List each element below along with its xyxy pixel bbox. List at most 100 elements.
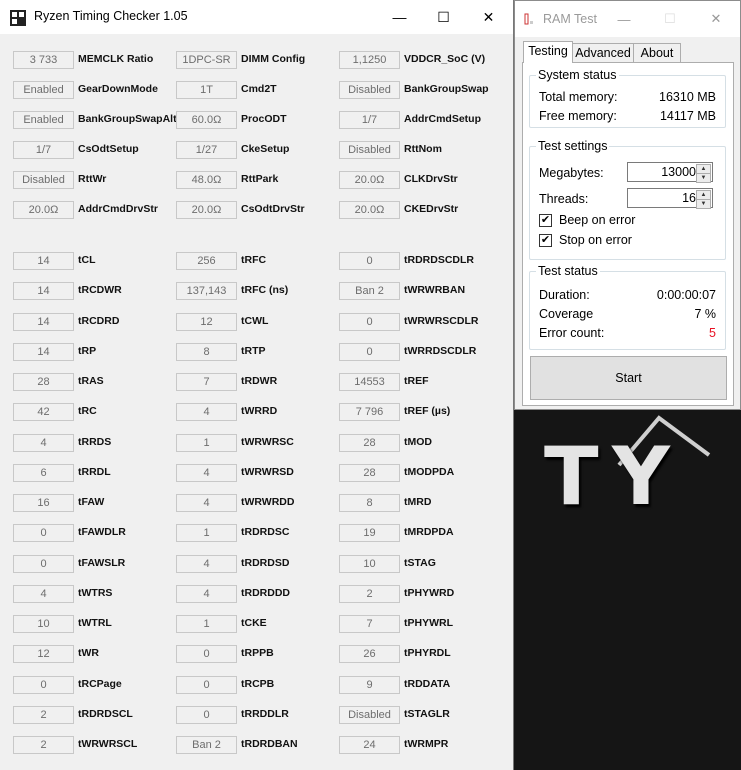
timing-value: 14: [13, 343, 74, 361]
threads-value[interactable]: 16: [682, 191, 696, 205]
window-title: RAM Test: [543, 12, 597, 26]
timing-value: 42: [13, 403, 74, 421]
timing-value: 0: [339, 313, 400, 331]
start-button[interactable]: Start: [530, 356, 727, 400]
megabytes-stepper[interactable]: 13000 ▲ ▼: [627, 162, 713, 183]
timing-label: tRDRDSC: [241, 526, 290, 538]
timings-grid: 3 733 MEMCLK Ratio Enabled GearDownMode Enab…: [0, 34, 513, 770]
stop-checkbox[interactable]: ✔: [539, 234, 552, 247]
timing-label: tRAS: [78, 375, 104, 387]
timing-value: 9: [339, 676, 400, 694]
timing-value: Enabled: [13, 81, 74, 99]
timing-value: 3 733: [13, 51, 74, 69]
timing-value: 16: [13, 494, 74, 512]
timing-label: tWRRDSCDLR: [404, 345, 477, 357]
close-button[interactable]: ✕: [693, 1, 739, 37]
tab-about[interactable]: About: [633, 43, 681, 62]
timing-label: CkeSetup: [241, 143, 290, 155]
timing-label: tRCPB: [241, 678, 275, 690]
stop-label[interactable]: Stop on error: [559, 233, 632, 247]
timing-label: tWRWRSD: [241, 466, 294, 478]
group-legend: Test status: [536, 264, 600, 278]
timing-value: 4: [176, 585, 237, 603]
timing-label: GearDownMode: [78, 83, 158, 95]
timing-value: 2: [13, 736, 74, 754]
timing-label: tRRDS: [78, 436, 112, 448]
timing-label: tRCPage: [78, 678, 122, 690]
timing-value: 1DPC-SR: [176, 51, 237, 69]
timing-label: CsOdtSetup: [78, 143, 139, 155]
timing-value: 2: [13, 706, 74, 724]
timing-label: RttWr: [78, 173, 107, 185]
timing-value: 4: [13, 585, 74, 603]
timing-label: tWRWRBAN: [404, 284, 466, 296]
timing-value: 12: [176, 313, 237, 331]
coverage-label: Coverage: [539, 307, 594, 321]
timing-value: 20.0Ω: [339, 201, 400, 219]
beep-checkbox[interactable]: ✔: [539, 214, 552, 227]
testing-panel: System status Total memory: 16310 MB Fre…: [522, 62, 734, 406]
timing-value: 20.0Ω: [339, 171, 400, 189]
timing-value: 8: [176, 343, 237, 361]
timing-value: 4: [13, 434, 74, 452]
timing-value: 26: [339, 645, 400, 663]
timing-value: 6: [13, 464, 74, 482]
timing-value: 1/7: [339, 111, 400, 129]
timing-label: tPHYWRD: [404, 587, 455, 599]
timing-label: tWRRD: [241, 405, 278, 417]
tab-testing[interactable]: Testing: [523, 41, 573, 63]
maximize-button[interactable]: ☐: [647, 1, 693, 37]
title-bar[interactable]: RAM Test — ☐ ✕: [515, 1, 740, 37]
app-grid-icon: [10, 10, 26, 26]
timing-value: 10: [339, 555, 400, 573]
close-icon: ✕: [482, 8, 495, 25]
timing-value: 24: [339, 736, 400, 754]
total-memory-label: Total memory:: [539, 90, 618, 104]
timing-value: 28: [339, 434, 400, 452]
timing-value: Ban 2: [176, 736, 237, 754]
tab-advanced[interactable]: Advanced: [572, 43, 634, 62]
timing-label: tWRWRDD: [241, 496, 295, 508]
total-memory-value: 16310 MB: [659, 90, 716, 104]
ryzen-timing-checker-window: Ryzen Timing Checker 1.05 — ☐ ✕ 3 733 MEM…: [0, 0, 514, 770]
timing-value: Disabled: [339, 81, 400, 99]
timing-value: 7 796: [339, 403, 400, 421]
threads-stepper[interactable]: 16 ▲ ▼: [627, 188, 713, 209]
minimize-icon: —: [617, 11, 631, 27]
timing-label: BankGroupSwapAlt: [78, 113, 177, 125]
timing-value: 1: [176, 524, 237, 542]
timing-label: tSTAGLR: [404, 708, 450, 720]
timing-label: CLKDrvStr: [404, 173, 458, 185]
timing-label: VDDCR_SoC (V): [404, 53, 486, 65]
free-memory-label: Free memory:: [539, 109, 617, 123]
ram-chip-icon: [524, 13, 533, 25]
threads-label: Threads:: [539, 192, 589, 206]
timing-label: tPHYRDL: [404, 647, 451, 659]
minimize-button[interactable]: —: [377, 0, 422, 34]
title-bar[interactable]: Ryzen Timing Checker 1.05 — ☐ ✕: [0, 0, 513, 34]
timing-label: tRDDATA: [404, 678, 451, 690]
minimize-button[interactable]: —: [601, 1, 647, 37]
timing-value: 7: [339, 615, 400, 633]
timing-label: tRRDDLR: [241, 708, 289, 720]
timing-value: Disabled: [339, 706, 400, 724]
stepper-down-icon[interactable]: ▼: [696, 199, 711, 209]
timing-label: tRRDL: [78, 466, 111, 478]
timing-label: tREF (µs): [404, 405, 451, 417]
timing-value: 0: [176, 706, 237, 724]
megabytes-value[interactable]: 13000: [661, 165, 696, 179]
timing-value: 7: [176, 373, 237, 391]
timing-value: 28: [339, 464, 400, 482]
system-status-group: System status Total memory: 16310 MB Fre…: [529, 68, 726, 128]
timing-value: 4: [176, 555, 237, 573]
timing-value: 10: [13, 615, 74, 633]
logo-letter-t: T: [544, 430, 599, 523]
timing-value: 14: [13, 252, 74, 270]
timing-value: 12: [13, 645, 74, 663]
timing-label: tMOD: [404, 436, 432, 448]
beep-label[interactable]: Beep on error: [559, 213, 635, 227]
maximize-button[interactable]: ☐: [421, 0, 466, 34]
stepper-down-icon[interactable]: ▼: [696, 173, 711, 183]
close-button[interactable]: ✕: [466, 0, 511, 34]
timing-label: tPHYWRL: [404, 617, 453, 629]
